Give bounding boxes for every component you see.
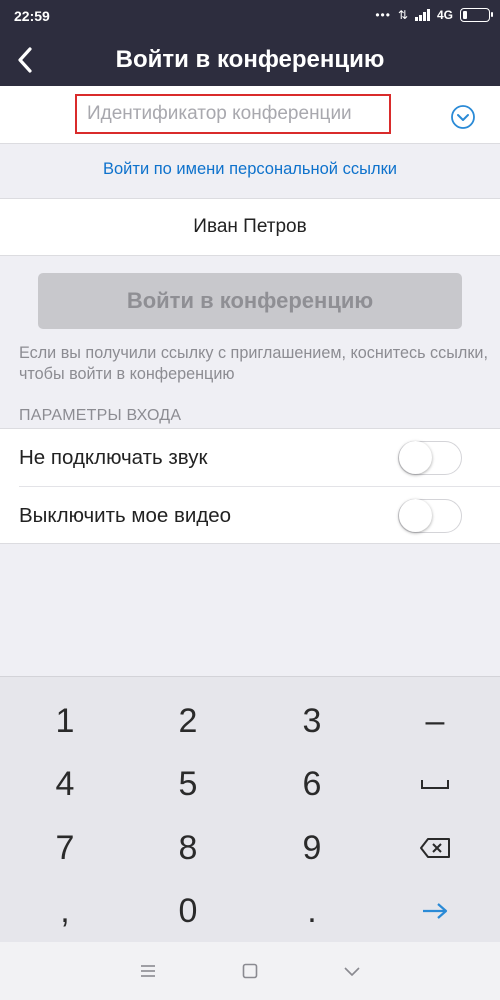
menu-icon <box>141 965 155 977</box>
page-title: Войти в конференцию <box>115 46 385 73</box>
join-meeting-button[interactable]: Войти в конференцию <box>38 273 462 329</box>
key-period[interactable]: . <box>267 880 357 942</box>
square-home-icon <box>242 963 258 979</box>
no-audio-toggle[interactable] <box>398 441 462 475</box>
display-name-input[interactable] <box>0 199 500 255</box>
status-time: 22:59 <box>14 8 50 24</box>
key-3[interactable]: 3 <box>267 690 357 752</box>
meeting-id-highlight <box>75 94 391 134</box>
app-header: Войти в конференцию <box>0 34 500 86</box>
invite-link-hint: Если вы получили ссылку с приглашением, … <box>19 344 488 383</box>
key-backspace[interactable] <box>390 817 480 879</box>
meeting-id-history-button[interactable] <box>450 104 476 130</box>
nav-back-button[interactable] <box>341 960 363 982</box>
key-9[interactable]: 9 <box>267 817 357 879</box>
toggle-knob <box>399 499 432 532</box>
display-name-row <box>0 198 500 256</box>
status-icons: ••• ⇅ 4G <box>375 8 493 22</box>
space-bar-icon <box>421 780 449 789</box>
key-space[interactable] <box>390 753 480 815</box>
key-0[interactable]: 0 <box>143 880 233 942</box>
key-2[interactable]: 2 <box>143 690 233 752</box>
key-5[interactable]: 5 <box>143 753 233 815</box>
battery-icon <box>460 8 493 22</box>
system-nav-bar <box>0 942 500 1000</box>
chevron-down-icon <box>344 967 360 976</box>
arrow-right-icon <box>423 903 448 919</box>
key-dash[interactable]: – <box>390 690 480 752</box>
key-7[interactable]: 7 <box>20 817 110 879</box>
notification-dots-icon: ••• <box>375 8 391 22</box>
join-options-section-title: ПАРАМЕТРЫ ВХОДА <box>19 407 182 424</box>
status-bar: 22:59 ••• ⇅ 4G <box>0 0 500 34</box>
video-off-toggle[interactable] <box>398 499 462 533</box>
network-type: 4G <box>436 8 453 22</box>
option-video-off-label: Выключить мое видео <box>19 504 232 527</box>
option-no-audio-label: Не подключать звук <box>19 446 208 469</box>
option-no-audio: Не подключать звук <box>0 429 500 486</box>
key-comma[interactable]: , <box>20 880 110 942</box>
join-by-personal-link[interactable]: Войти по имени персональной ссылки <box>0 160 500 179</box>
key-1[interactable]: 1 <box>20 690 110 752</box>
signal-icon <box>414 9 430 21</box>
data-transfer-icon: ⇅ <box>397 8 408 22</box>
option-video-off: Выключить мое видео <box>19 486 500 543</box>
numeric-keyboard: 1 2 3 – 4 5 6 7 8 9 , 0 . <box>0 676 500 942</box>
chevron-down-circle-icon <box>451 105 475 129</box>
backspace-icon <box>420 838 450 858</box>
key-8[interactable]: 8 <box>143 817 233 879</box>
meeting-id-input[interactable] <box>77 96 389 132</box>
join-options-list: Не подключать звук Выключить мое видео <box>0 428 500 544</box>
key-6[interactable]: 6 <box>267 753 357 815</box>
nav-home-button[interactable] <box>239 960 261 982</box>
toggle-knob <box>399 441 432 474</box>
nav-menu-button[interactable] <box>137 960 159 982</box>
key-4[interactable]: 4 <box>20 753 110 815</box>
meeting-id-row <box>0 86 500 144</box>
key-enter[interactable] <box>390 880 480 942</box>
